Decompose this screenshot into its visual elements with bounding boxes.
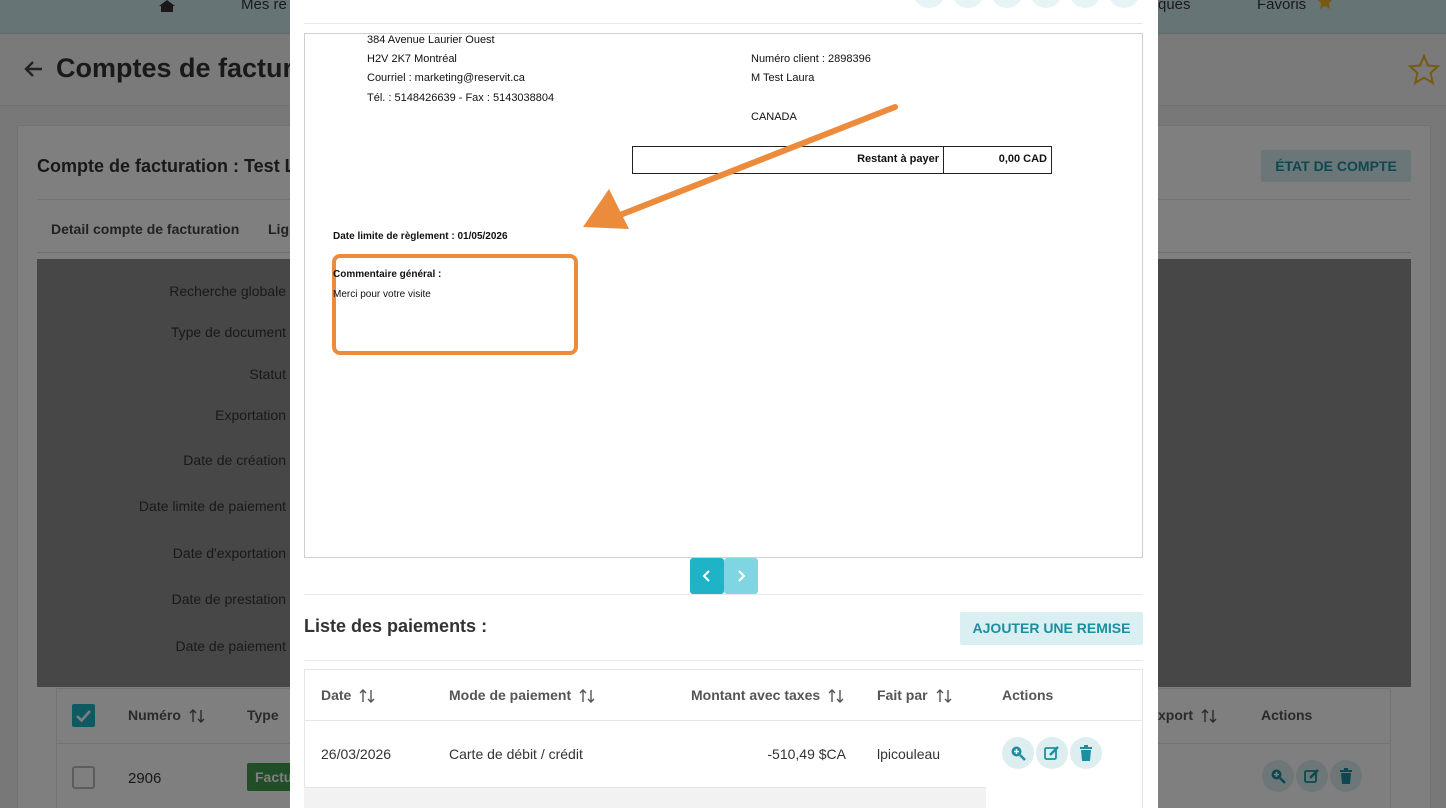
client-number: Numéro client : 2898396: [751, 53, 871, 65]
column-label: Mode de paiement: [449, 687, 572, 703]
sender-email: Courriel : marketing@reservit.ca: [367, 72, 525, 84]
toolbar-button[interactable]: [1108, 0, 1140, 8]
divider: [304, 594, 1143, 595]
restant-value: 0,00 CAD: [998, 153, 1047, 165]
column-header-fait-par[interactable]: Fait par: [877, 687, 952, 704]
column-header-actions: Actions: [1002, 687, 1054, 703]
payments-summary-row: [304, 787, 986, 808]
column-label: Date: [321, 687, 352, 703]
payment-fait-par: lpicouleau: [877, 746, 941, 762]
sender-city: H2V 2K7 Montréal: [367, 53, 457, 65]
divider: [304, 660, 1143, 661]
invoice-preview: 384 Avenue Laurier Ouest H2V 2K7 Montréa…: [304, 33, 1143, 558]
column-header-mode[interactable]: Mode de paiement: [449, 687, 595, 704]
commentaire-value: Merci pour votre visite: [333, 289, 431, 300]
toolbar-button[interactable]: [991, 0, 1023, 8]
column-label: Montant avec taxes: [691, 687, 821, 703]
sort-icon[interactable]: [579, 688, 595, 704]
delete-payment-button[interactable]: [1070, 737, 1102, 769]
sender-address: 384 Avenue Laurier Ouest: [367, 34, 495, 46]
toolbar-button[interactable]: [1069, 0, 1101, 8]
client-name: M Test Laura: [751, 72, 815, 84]
sender-phone: Tél. : 5148426639 - Fax : 5143038804: [367, 92, 555, 104]
column-label: Fait par: [877, 687, 928, 703]
date-limite: Date limite de règlement : 01/05/2026: [333, 231, 508, 242]
zoom-in-icon: [1011, 746, 1026, 761]
chevron-left-icon: [702, 570, 710, 582]
toolbar-button[interactable]: [1030, 0, 1062, 8]
column-header-montant[interactable]: Montant avec taxes: [691, 687, 844, 704]
trash-icon: [1080, 745, 1092, 761]
sort-icon[interactable]: [828, 688, 844, 704]
invoice-modal: 384 Avenue Laurier Ouest H2V 2K7 Montréa…: [290, 0, 1158, 808]
sort-icon[interactable]: [359, 688, 375, 704]
sort-icon[interactable]: [936, 688, 952, 704]
payment-montant: -510,49 $CA: [767, 746, 846, 762]
payment-date: 26/03/2026: [321, 746, 392, 762]
previous-page-button[interactable]: [690, 558, 724, 594]
toolbar-button[interactable]: [952, 0, 984, 8]
toolbar-button[interactable]: [913, 0, 945, 8]
view-payment-button[interactable]: [1002, 737, 1034, 769]
divider: [304, 23, 1143, 24]
divider: [943, 147, 944, 173]
next-page-button[interactable]: [724, 558, 758, 594]
column-header-date[interactable]: Date: [321, 687, 375, 704]
payment-mode: Carte de débit / crédit: [449, 746, 583, 762]
commentaire-label: Commentaire général :: [333, 269, 442, 280]
edit-icon: [1044, 746, 1059, 760]
payments-title: Liste des paiements :: [304, 616, 488, 636]
add-remise-button[interactable]: AJOUTER UNE REMISE: [960, 612, 1143, 645]
edit-payment-button[interactable]: [1036, 737, 1068, 769]
chevron-right-icon: [738, 570, 746, 582]
annotation-arrow: [583, 104, 898, 229]
